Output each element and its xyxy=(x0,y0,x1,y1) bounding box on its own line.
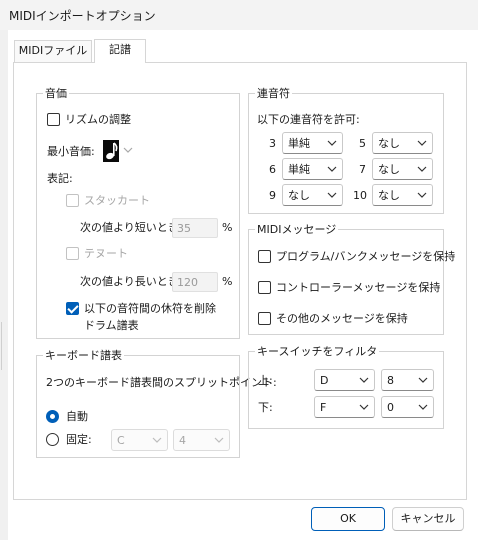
upper-octave-select[interactable]: 8 xyxy=(381,369,434,391)
chevron-down-icon xyxy=(213,433,225,447)
chevron-down-icon xyxy=(358,373,370,387)
tuplet-3-value: 単純 xyxy=(288,137,310,150)
allow-tuplets-label: 以下の連音符を許可: xyxy=(257,113,360,126)
tab-midi-file[interactable]: MIDIファイル xyxy=(14,40,92,62)
longer-than-unit: % xyxy=(222,275,233,288)
tenuto-label: テヌート xyxy=(84,247,128,260)
shorter-than-value: 35 xyxy=(177,222,191,235)
lower-note-select[interactable]: F xyxy=(314,396,375,418)
shorter-than-input[interactable]: 35 xyxy=(172,218,218,238)
tuplet-9-label: 9 xyxy=(269,189,276,202)
tuplet-5-label: 5 xyxy=(359,137,366,150)
tuplet-10-select[interactable]: なし xyxy=(372,184,433,206)
lower-octave-value: 0 xyxy=(387,401,394,414)
staccato-label: スタッカート xyxy=(84,194,150,207)
keyboard-group-title: キーボード譜表 xyxy=(43,349,124,362)
remove-rests-checkbox[interactable] xyxy=(66,302,79,315)
split-point-label: 2つのキーボード譜表間のスプリットポイント: xyxy=(46,376,277,389)
chevron-down-icon xyxy=(151,433,163,447)
longer-than-label: 次の値より長いとき: xyxy=(80,275,183,288)
keep-other-label: その他のメッセージを保持 xyxy=(276,312,408,325)
shorter-than-label: 次の値より短いとき: xyxy=(80,221,183,234)
tuplet-7-value: なし xyxy=(378,163,400,176)
upper-label: 上: xyxy=(258,374,273,387)
chevron-down-icon xyxy=(358,400,370,414)
chevron-down-icon xyxy=(417,400,429,414)
chevron-down-icon xyxy=(416,188,428,202)
fixed-octave-select[interactable]: 4 xyxy=(173,429,230,451)
notes-group-title: 音価 xyxy=(43,87,69,100)
fixed-radio-label: 固定: xyxy=(66,433,92,446)
keyswitch-group-title: キースイッチをフィルタ xyxy=(255,345,380,358)
cancel-button[interactable]: キャンセル xyxy=(392,507,464,531)
chevron-down-icon xyxy=(326,162,338,176)
tuplet-7-select[interactable]: なし xyxy=(372,158,433,180)
tuplet-5-select[interactable]: なし xyxy=(372,132,433,154)
tuplet-5-value: なし xyxy=(378,137,400,150)
notation-label: 表記: xyxy=(47,172,73,185)
drum-staff-label: ドラム譜表 xyxy=(84,319,139,332)
window-title: MIDIインポートオプション xyxy=(9,9,156,23)
min-note-chevron-icon[interactable] xyxy=(122,143,134,157)
upper-note-select[interactable]: D xyxy=(314,369,375,391)
eighth-note-icon[interactable] xyxy=(103,140,119,162)
midi-messages-group-title: MIDIメッセージ xyxy=(255,223,339,236)
chevron-down-icon xyxy=(417,373,429,387)
fixed-note-select[interactable]: C xyxy=(111,429,168,451)
keep-other-checkbox[interactable] xyxy=(258,312,271,325)
staccato-checkbox[interactable] xyxy=(66,194,79,207)
chevron-down-icon xyxy=(416,162,428,176)
lower-label: 下: xyxy=(258,401,273,414)
tuplet-6-label: 6 xyxy=(269,163,276,176)
keep-controller-checkbox[interactable] xyxy=(258,281,271,294)
keep-program-bank-checkbox[interactable] xyxy=(258,250,271,263)
chevron-down-icon xyxy=(416,136,428,150)
upper-octave-value: 8 xyxy=(387,374,394,387)
auto-radio-label: 自動 xyxy=(66,410,88,423)
chevron-down-icon xyxy=(326,188,338,202)
shorter-than-unit: % xyxy=(222,221,233,234)
fixed-note-value: C xyxy=(117,434,125,447)
tuplet-3-select[interactable]: 単純 xyxy=(282,132,343,154)
auto-radio[interactable] xyxy=(46,410,59,423)
fixed-radio[interactable] xyxy=(46,433,59,446)
upper-note-value: D xyxy=(320,374,329,387)
lower-octave-select[interactable]: 0 xyxy=(381,396,434,418)
rhythm-adjust-label: リズムの調整 xyxy=(65,113,131,126)
tab-notation[interactable]: 記譜 xyxy=(94,39,146,63)
remove-rests-label: 以下の音符間の休符を削除 xyxy=(84,302,216,315)
tuplet-10-value: なし xyxy=(378,189,400,202)
fixed-octave-value: 4 xyxy=(179,434,186,447)
tenuto-checkbox[interactable] xyxy=(66,247,79,260)
tuplet-9-value: なし xyxy=(288,189,310,202)
keep-program-bank-label: プログラム/バンクメッセージを保持 xyxy=(276,250,456,263)
keep-controller-label: コントローラーメッセージを保持 xyxy=(276,281,441,294)
longer-than-input[interactable]: 120 xyxy=(172,272,218,292)
ok-button[interactable]: OK xyxy=(311,507,385,531)
chevron-down-icon xyxy=(326,136,338,150)
rhythm-adjust-checkbox[interactable] xyxy=(47,113,60,126)
tuplet-3-label: 3 xyxy=(269,137,276,150)
tuplet-6-select[interactable]: 単純 xyxy=(282,158,343,180)
window-edge xyxy=(0,30,8,540)
min-note-label: 最小音価: xyxy=(47,145,95,158)
tuplet-10-label: 10 xyxy=(353,189,367,202)
tuplet-6-value: 単純 xyxy=(288,163,310,176)
tuplet-9-select[interactable]: なし xyxy=(282,184,343,206)
tuplet-7-label: 7 xyxy=(359,163,366,176)
tuplets-group-title: 連音符 xyxy=(255,87,292,100)
longer-than-value: 120 xyxy=(177,276,198,289)
lower-note-value: F xyxy=(320,401,327,414)
